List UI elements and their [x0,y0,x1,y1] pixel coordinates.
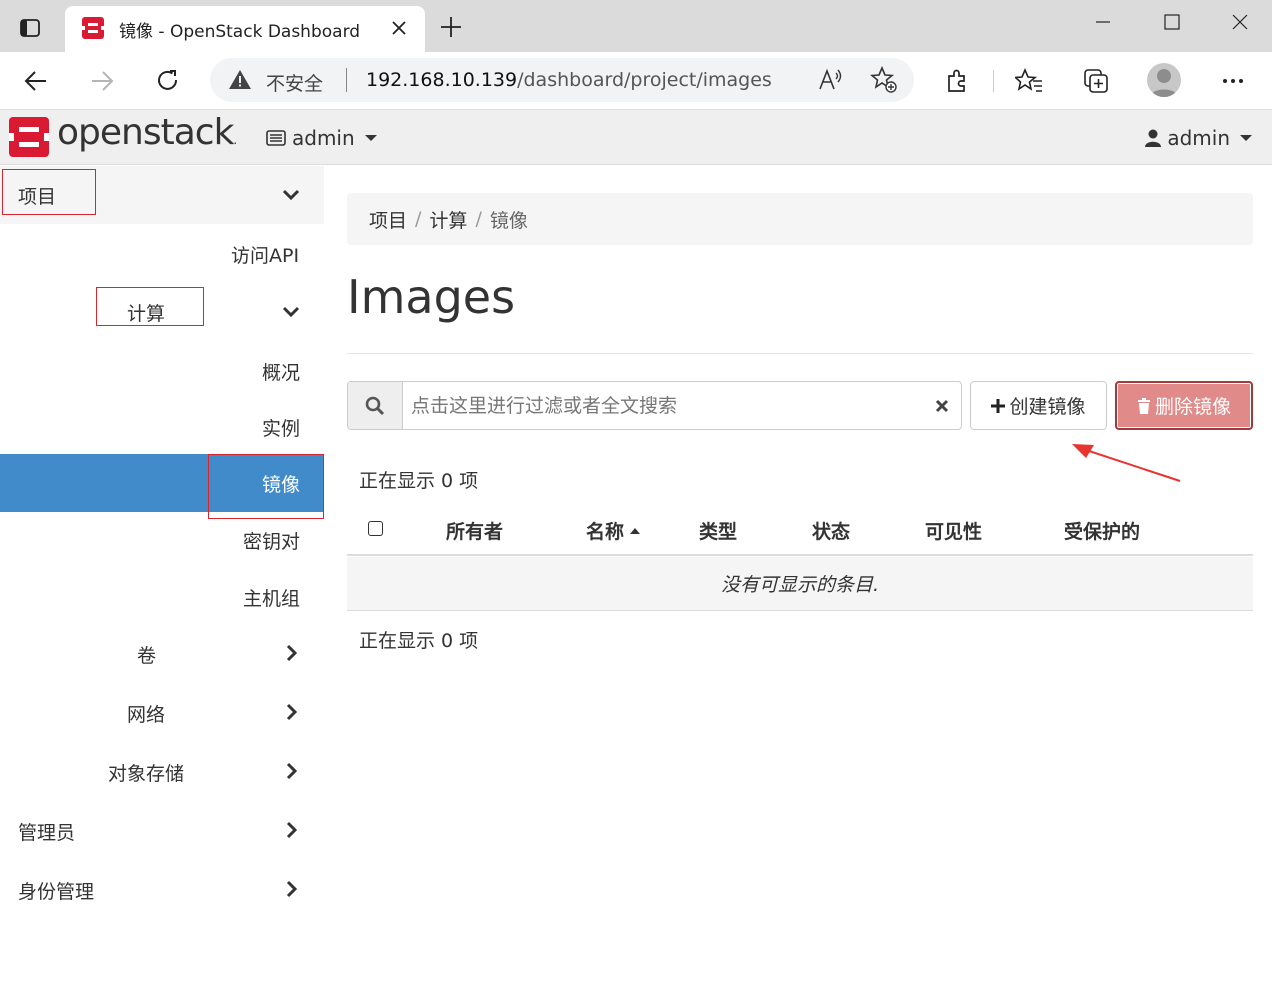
trash-icon [1137,397,1150,414]
sidebar-item-admin[interactable]: 管理员 [18,818,75,845]
chevron-right-icon[interactable] [282,761,302,781]
openstack-favicon-icon [81,16,105,40]
breadcrumb-separator: / [475,208,482,230]
breadcrumb-item[interactable]: 项目 [369,206,407,233]
select-all-checkbox[interactable] [368,521,383,536]
search-icon[interactable] [348,382,403,429]
user-name: admin [1167,126,1230,150]
column-header[interactable]: 受保护的 [1064,517,1140,544]
minimize-icon[interactable] [1083,8,1123,36]
sidebar-item-access-api[interactable]: 访问API [231,241,299,268]
add-favorite-icon[interactable] [870,66,898,94]
project-list-icon [266,130,286,146]
delete-images-button[interactable]: 删除镜像 [1115,381,1253,430]
openstack-wordmark[interactable]: openstack. [57,112,237,153]
browser-tab-bar: 镜像 - OpenStack Dashboard [0,0,1272,52]
sidebar-nav: 项目 访问API 计算 概况 实例 镜像 密钥对 主机组 卷 网络 对象存储 管… [0,166,324,986]
item-count-bottom: 正在显示 0 项 [359,630,479,652]
openstack-header: openstack. admin admin [0,110,1272,165]
more-menu-icon[interactable] [1214,62,1252,100]
plus-icon [991,398,1006,413]
search-filter [347,381,962,430]
brand-text: openstack [57,112,234,153]
annotation-box [208,454,324,519]
project-selector[interactable]: admin [266,124,377,152]
address-divider [346,68,347,92]
sidebar-item-server-groups[interactable]: 主机组 [243,584,300,611]
annotation-box [96,287,204,326]
url-path: /dashboard/project/images [517,69,772,91]
caret-down-icon [1240,135,1252,141]
sidebar-item-network[interactable]: 网络 [127,700,165,727]
toolbar-divider [993,70,994,92]
annotation-box [2,169,96,215]
column-header-sorted[interactable]: 名称 [586,517,641,544]
create-image-label: 创建镜像 [1009,396,1086,418]
sort-ascending-icon [630,528,641,534]
user-menu[interactable]: admin [1145,124,1252,152]
collections-icon[interactable] [1077,62,1115,100]
close-window-icon[interactable] [1220,8,1260,36]
table-header: 所有者 名称 类型 状态 可见性 受保护的 [347,502,1253,556]
column-header[interactable]: 类型 [699,517,737,544]
url-text[interactable]: 192.168.10.139/dashboard/project/images [366,69,772,91]
read-aloud-icon[interactable] [816,66,844,94]
browser-toolbar: 不安全 192.168.10.139/dashboard/project/ima… [0,52,1272,110]
column-header-label: 名称 [586,521,625,543]
sidebar-item-object-store[interactable]: 对象存储 [108,759,184,786]
browser-tab[interactable]: 镜像 - OpenStack Dashboard [65,6,425,52]
maximize-icon[interactable] [1152,8,1192,36]
breadcrumb-separator: / [415,208,422,230]
user-icon [1145,129,1162,147]
divider [347,353,1253,354]
sidebar-item-instances[interactable]: 实例 [262,414,300,441]
breadcrumb-current: 镜像 [489,209,528,232]
chevron-down-icon[interactable] [281,185,301,205]
annotation-arrow-icon [1072,444,1181,482]
url-host: 192.168.10.139 [366,69,518,91]
forward-arrow-icon[interactable] [83,62,121,100]
favorites-icon[interactable] [1010,62,1048,100]
search-input[interactable] [403,382,923,429]
empty-table-message: 没有可显示的条目. [347,557,1253,611]
back-arrow-icon[interactable] [17,62,55,100]
sidebar-item-overview[interactable]: 概况 [262,358,300,385]
project-name: admin [292,126,355,150]
item-count-top: 正在显示 0 项 [359,470,479,492]
address-bar[interactable]: 不安全 192.168.10.139/dashboard/project/ima… [210,58,914,102]
sidebar-item-identity[interactable]: 身份管理 [18,877,94,904]
openstack-logo-icon[interactable] [8,116,50,158]
close-tab-icon[interactable] [387,16,411,40]
column-header[interactable]: 状态 [812,517,850,544]
breadcrumb-item[interactable]: 计算 [429,206,467,233]
clear-search-icon[interactable] [932,396,952,416]
warning-icon[interactable] [228,68,252,92]
chevron-right-icon[interactable] [282,702,302,722]
chevron-right-icon[interactable] [282,820,302,840]
profile-avatar[interactable] [1147,63,1181,97]
extensions-icon[interactable] [938,62,976,100]
chevron-right-icon[interactable] [282,643,302,663]
new-tab-icon[interactable] [436,12,466,42]
chevron-right-icon[interactable] [282,879,302,899]
chevron-down-icon[interactable] [281,302,301,322]
sidebar-item-key-pairs[interactable]: 密钥对 [243,527,300,554]
tab-title: 镜像 - OpenStack Dashboard [119,22,361,42]
caret-down-icon [364,135,377,141]
delete-images-label: 删除镜像 [1154,396,1231,418]
column-header[interactable]: 可见性 [925,517,982,544]
breadcrumb: 项目 / 计算 / 镜像 [347,193,1253,245]
create-image-button[interactable]: 创建镜像 [970,381,1107,430]
refresh-icon[interactable] [149,62,187,100]
column-header[interactable]: 所有者 [446,517,503,544]
tab-actions-icon[interactable] [14,12,46,44]
page-title: Images [347,270,516,324]
sidebar-item-volumes[interactable]: 卷 [137,641,156,668]
security-status[interactable]: 不安全 [266,69,323,96]
